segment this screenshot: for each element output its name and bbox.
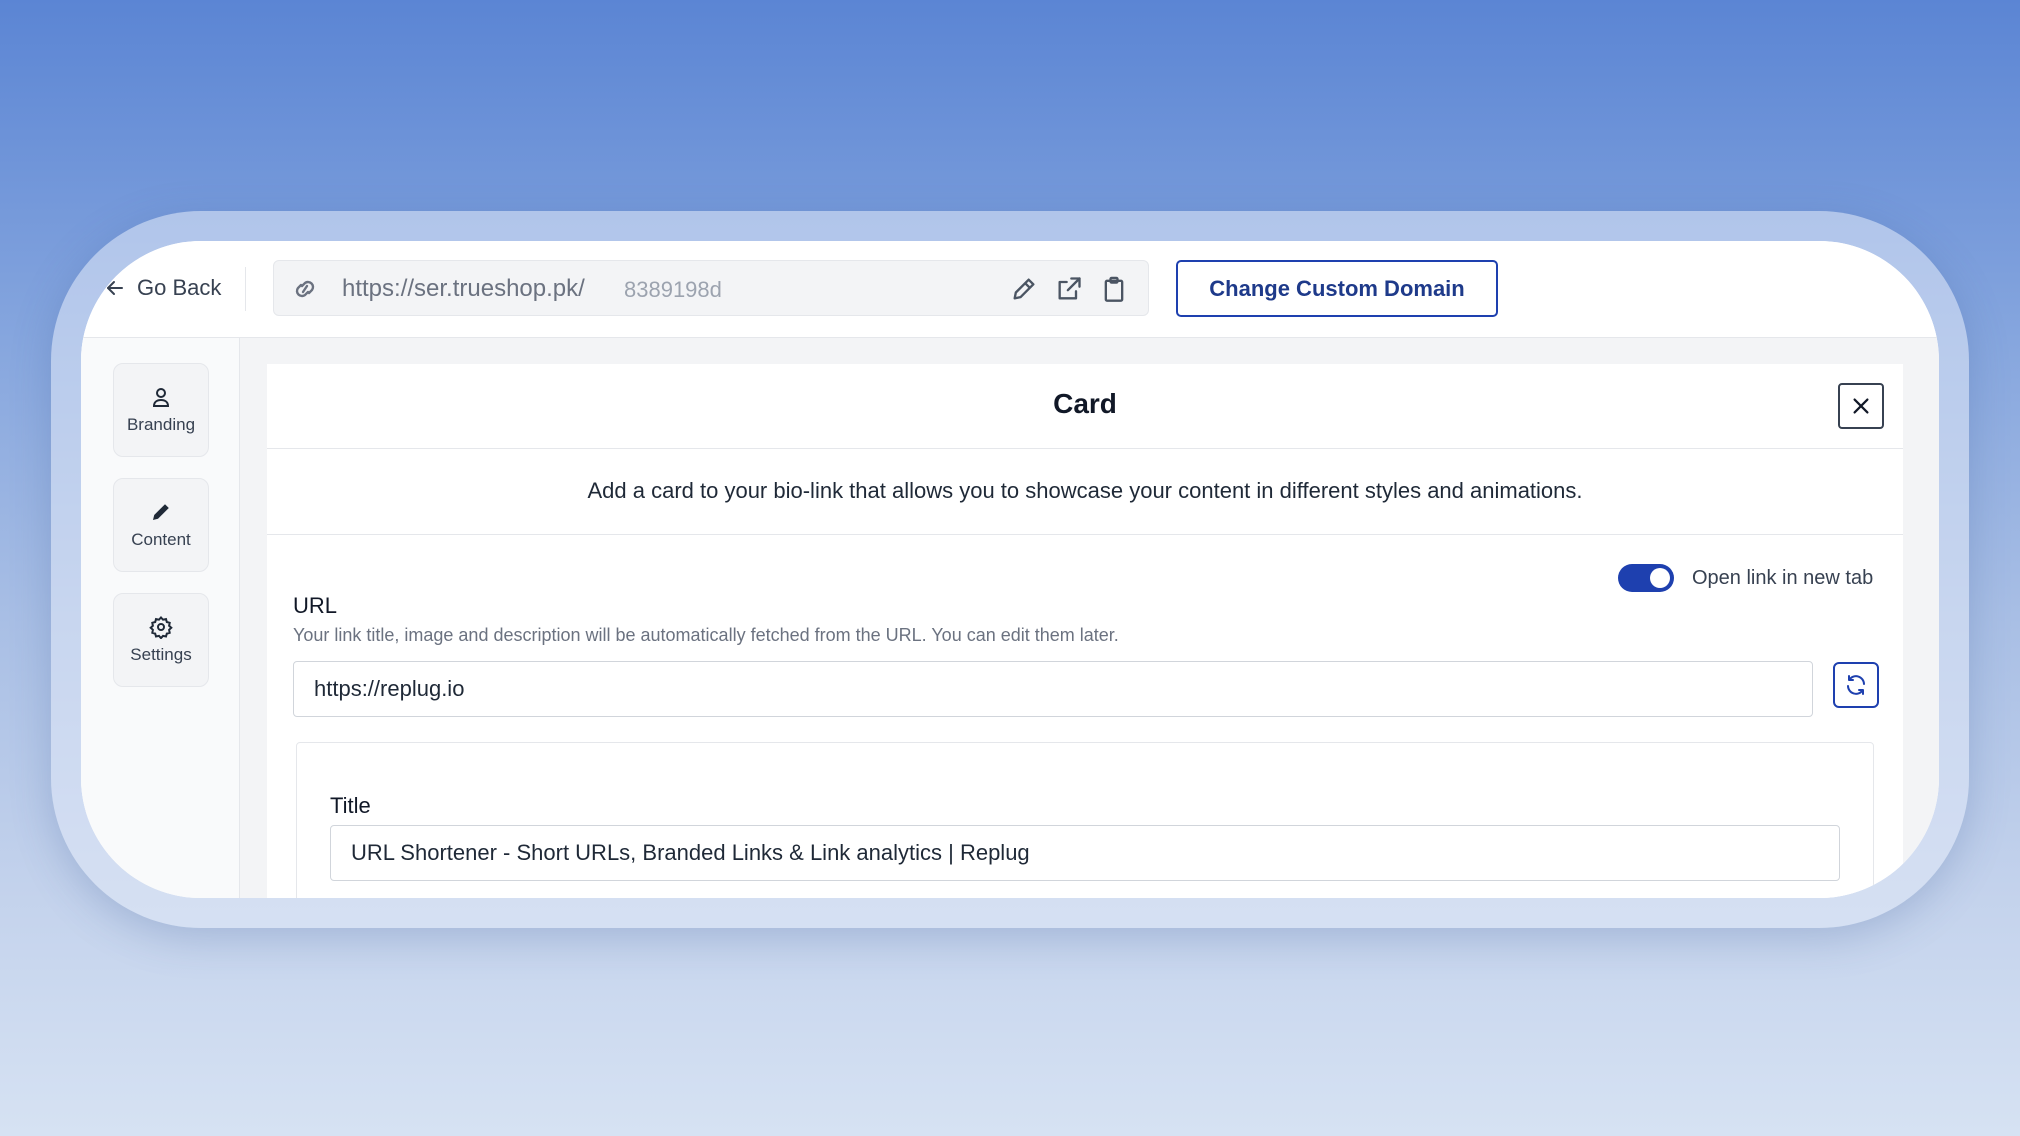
external-link-icon[interactable] [1055, 275, 1083, 303]
url-slug[interactable]: 8389198d [624, 277, 722, 303]
url-help-text: Your link title, image and description w… [293, 625, 1119, 645]
sidebar-item-content[interactable]: Content [113, 478, 209, 572]
url-input[interactable]: https://replug.io [293, 661, 1813, 717]
editor-area: Branding Content Settings Card Add a car… [81, 338, 1939, 898]
change-custom-domain-button[interactable]: Change Custom Domain [1176, 260, 1498, 317]
url-label: URL [293, 593, 338, 618]
short-url-bar: https://ser.trueshop.pk/ 8389198d [273, 260, 1149, 316]
go-back-button[interactable]: Go Back [103, 275, 221, 301]
close-icon [1853, 398, 1869, 414]
close-button[interactable] [1838, 383, 1884, 429]
sidebar-item-label: Content [131, 530, 191, 549]
sidebar-item-label: Settings [130, 645, 192, 664]
app-window: Go Back https://ser.trueshop.pk/ 8389198… [81, 241, 1939, 898]
top-bar: Go Back https://ser.trueshop.pk/ 8389198… [81, 241, 1939, 338]
link-icon [295, 280, 315, 298]
url-base: https://ser.trueshop.pk/ [342, 275, 585, 302]
title-label: Title [330, 793, 371, 818]
clipboard-icon[interactable] [1100, 275, 1128, 303]
open-new-tab-label: Open link in new tab [1692, 566, 1874, 589]
divider [245, 267, 246, 311]
title-input[interactable]: URL Shortener - Short URLs, Branded Link… [330, 825, 1840, 881]
gear-icon [149, 616, 173, 639]
panel-title: Card [1053, 388, 1117, 419]
panel-header: Card [267, 364, 1903, 449]
sidebar-item-label: Branding [126, 415, 196, 434]
card-details: Title URL Shortener - Short URLs, Brande… [296, 742, 1874, 898]
panel-description: Add a card to your bio-link that allows … [267, 448, 1903, 535]
open-new-tab-toggle-row: Open link in new tab [1618, 564, 1873, 592]
toggle-knob [1650, 568, 1670, 588]
sidebar: Branding Content Settings [81, 338, 240, 898]
sidebar-item-branding[interactable]: Branding [113, 363, 209, 457]
go-back-label: Go Back [137, 275, 222, 300]
refresh-button[interactable] [1833, 662, 1879, 708]
user-icon [152, 388, 170, 407]
open-new-tab-toggle[interactable] [1618, 564, 1674, 592]
pencil-icon[interactable] [1010, 275, 1038, 303]
pencil-icon [153, 504, 169, 520]
arrow-left-icon [107, 281, 123, 295]
sidebar-item-settings[interactable]: Settings [113, 593, 209, 687]
refresh-icon [1847, 675, 1865, 695]
card-panel: Card Add a card to your bio-link that al… [267, 364, 1903, 898]
